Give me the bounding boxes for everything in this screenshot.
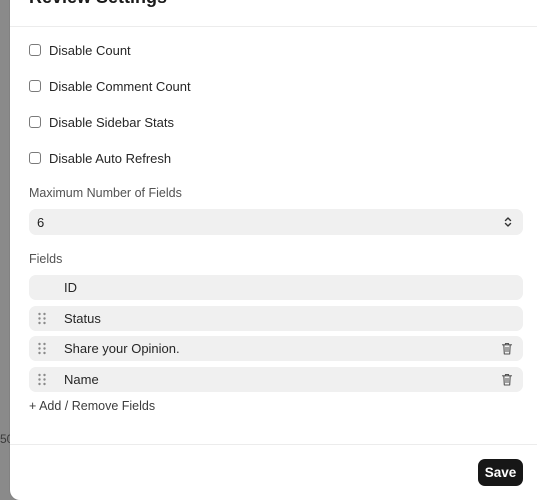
field-row-id[interactable]: ID [29, 275, 523, 300]
disable-comment-count-checkbox[interactable]: Disable Comment Count [29, 76, 191, 96]
trash-icon[interactable] [501, 373, 513, 386]
footer-divider [10, 444, 537, 445]
dialog-title: Review Settings [29, 0, 167, 8]
checkbox-label: Disable Count [49, 42, 131, 58]
drag-handle-icon[interactable] [37, 373, 47, 386]
trash-icon[interactable] [501, 342, 513, 355]
checkbox-label: Disable Comment Count [49, 78, 191, 94]
checkbox-box[interactable] [29, 152, 41, 164]
checkbox-label: Disable Auto Refresh [49, 150, 172, 166]
max-fields-label: Maximum Number of Fields [29, 186, 182, 200]
field-row-status[interactable]: Status [29, 306, 523, 331]
header-divider [10, 26, 537, 27]
save-button[interactable]: Save [478, 459, 523, 486]
disable-auto-refresh-checkbox[interactable]: Disable Auto Refresh [29, 148, 171, 168]
fields-label: Fields [29, 252, 63, 266]
max-fields-select[interactable]: 6 [29, 209, 523, 235]
add-remove-fields-link[interactable]: + Add / Remove Fields [29, 399, 155, 413]
field-row-label: Name [64, 372, 99, 387]
disable-count-checkbox[interactable]: Disable Count [29, 40, 131, 60]
drag-handle-icon[interactable] [37, 312, 47, 325]
field-row-name[interactable]: Name [29, 367, 523, 392]
checkbox-box[interactable] [29, 116, 41, 128]
field-row-label: ID [64, 280, 77, 295]
field-row-label: Share your Opinion. [64, 341, 180, 356]
chevron-up-down-icon [504, 217, 512, 227]
disable-sidebar-stats-checkbox[interactable]: Disable Sidebar Stats [29, 112, 174, 132]
select-value: 6 [37, 214, 45, 230]
checkbox-label: Disable Sidebar Stats [49, 114, 175, 130]
review-settings-dialog: Review Settings Disable Count Disable Co… [10, 0, 537, 500]
checkbox-box[interactable] [29, 44, 41, 56]
field-row-label: Status [64, 311, 101, 326]
drag-handle-icon[interactable] [37, 342, 47, 355]
checkbox-box[interactable] [29, 80, 41, 92]
field-row-share-your-opinion[interactable]: Share your Opinion. [29, 336, 523, 361]
